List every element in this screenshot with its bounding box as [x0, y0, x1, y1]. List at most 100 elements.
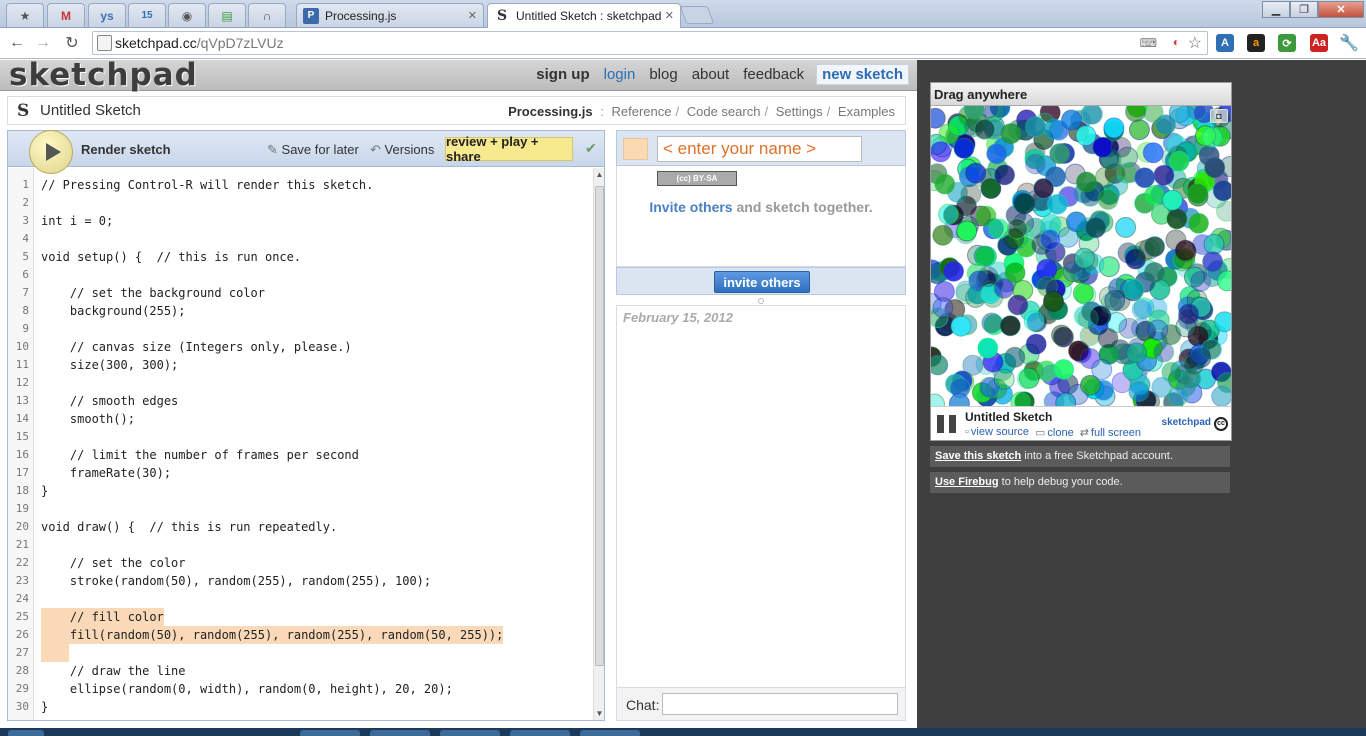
- code-line[interactable]: 5 void setup() { // this is run once.: [8, 248, 591, 266]
- about-link[interactable]: about: [692, 66, 730, 83]
- preview-header[interactable]: Drag anywhere: [931, 83, 1231, 106]
- back-icon[interactable]: ←: [6, 32, 28, 54]
- taskbar-item[interactable]: [370, 730, 430, 736]
- pinned-tab-headphones[interactable]: ∩: [248, 3, 286, 27]
- code-line[interactable]: 20 void draw() { // this is run repeatedl…: [8, 518, 591, 536]
- tab-untitled-sketch[interactable]: S Untitled Sketch : sketchpad ✕: [487, 3, 681, 28]
- wrench-icon[interactable]: 🔧: [1339, 34, 1359, 52]
- taskbar-item[interactable]: [300, 730, 360, 736]
- pinned-tab-gmail[interactable]: M: [47, 3, 85, 27]
- close-icon[interactable]: ✕: [665, 9, 674, 22]
- login-link[interactable]: login: [604, 66, 636, 83]
- code-line[interactable]: 12: [8, 374, 591, 392]
- code-line[interactable]: 3 int i = 0;: [8, 212, 591, 230]
- sketch-preview-window[interactable]: Drag anywhere ◘ Untitled Sketch ▫ view so…: [930, 82, 1232, 441]
- code-line[interactable]: 11 size(300, 300);: [8, 356, 591, 374]
- address-bar[interactable]: sketchpad.cc/qVpD7zLVUz ⌨ ◐ ☆: [92, 31, 1208, 55]
- code-line[interactable]: 4: [8, 230, 591, 248]
- code-line[interactable]: 27: [8, 644, 591, 662]
- pinned-tab-yahoo-sports[interactable]: ys: [88, 3, 126, 27]
- camera-icon[interactable]: ◘: [1210, 109, 1228, 123]
- code-line[interactable]: 26 fill(random(50), random(255), random(…: [8, 626, 591, 644]
- versions-button[interactable]: ↶ Versions: [370, 142, 434, 158]
- pinned-tab-calendar[interactable]: 15: [128, 3, 166, 27]
- use-firebug-link[interactable]: Use Firebug: [935, 476, 999, 488]
- code-line[interactable]: 18}: [8, 482, 591, 500]
- invite-others-button[interactable]: invite others: [714, 271, 810, 293]
- amazon-extension-icon[interactable]: a: [1247, 34, 1265, 52]
- code-line[interactable]: 14 smooth();: [8, 410, 591, 428]
- taskbar-item[interactable]: [580, 730, 640, 736]
- code-line[interactable]: 15: [8, 428, 591, 446]
- taskbar-item[interactable]: [440, 730, 500, 736]
- bookmark-star-icon[interactable]: ☆: [1188, 33, 1202, 53]
- chat-input[interactable]: [662, 693, 898, 715]
- new-sketch-link[interactable]: new sketch: [816, 64, 909, 85]
- scroll-down-icon[interactable]: ▼: [595, 709, 604, 718]
- pause-icon[interactable]: [937, 415, 957, 433]
- pinned-tab-star[interactable]: ★: [6, 3, 44, 27]
- scrollbar-thumb[interactable]: [595, 186, 604, 666]
- code-line[interactable]: 23 stroke(random(50), random(255), rando…: [8, 572, 591, 590]
- resize-handle[interactable]: [758, 298, 764, 304]
- close-window-button[interactable]: ✕: [1318, 1, 1364, 18]
- processing-js-link[interactable]: Processing.js: [508, 104, 593, 119]
- refresh-extension-icon[interactable]: ⟳: [1278, 34, 1296, 52]
- code-line[interactable]: 25 // fill color: [8, 608, 591, 626]
- cc-license-badge[interactable]: (cc) BY-SA: [657, 171, 737, 186]
- code-area[interactable]: 1 // Pressing Control-R will render this …: [8, 168, 591, 720]
- clone-link[interactable]: ▭ clone: [1035, 426, 1074, 439]
- signup-link[interactable]: sign up: [536, 66, 589, 83]
- blog-link[interactable]: blog: [649, 66, 677, 83]
- reference-link[interactable]: Reference: [611, 104, 671, 119]
- code-line[interactable]: 9: [8, 320, 591, 338]
- feedback-link[interactable]: feedback: [743, 66, 804, 83]
- translate-extension-icon[interactable]: A: [1216, 34, 1234, 52]
- code-line[interactable]: 1 // Pressing Control-R will render this …: [8, 176, 591, 194]
- sketchpad-brand-link[interactable]: sketchpad: [1162, 417, 1211, 428]
- close-icon[interactable]: ✕: [468, 9, 477, 22]
- sketchpad-logo[interactable]: sketchpad: [9, 57, 198, 93]
- code-line[interactable]: 24: [8, 590, 591, 608]
- code-line[interactable]: 13 // smooth edges: [8, 392, 591, 410]
- code-line[interactable]: 28 // draw the line: [8, 662, 591, 680]
- view-source-link[interactable]: ▫ view source: [965, 426, 1029, 439]
- pinned-tab-chart[interactable]: ▤: [208, 3, 246, 27]
- save-this-sketch-link[interactable]: Save this sketch: [935, 450, 1021, 462]
- user-color-swatch[interactable]: [623, 138, 648, 160]
- code-line[interactable]: 30}: [8, 698, 591, 716]
- code-line[interactable]: 16 // limit the number of frames per sec…: [8, 446, 591, 464]
- code-line[interactable]: 19: [8, 500, 591, 518]
- maximize-button[interactable]: ❐: [1290, 1, 1318, 18]
- render-sketch-label[interactable]: Render sketch: [81, 142, 171, 157]
- examples-link[interactable]: Examples: [838, 104, 895, 119]
- code-search-link[interactable]: Code search: [687, 104, 761, 119]
- new-tab-button[interactable]: [679, 6, 715, 24]
- review-play-share-button[interactable]: review + play + share: [445, 134, 573, 164]
- taskbar-item[interactable]: [510, 730, 570, 736]
- settings-link[interactable]: Settings: [776, 104, 823, 119]
- pinned-tab-globe[interactable]: ◉: [168, 3, 206, 27]
- taskbar-item[interactable]: [8, 730, 44, 736]
- tab-processing-js[interactable]: P Processing.js ✕: [296, 3, 484, 27]
- sketch-canvas[interactable]: ◘: [931, 106, 1231, 406]
- code-line[interactable]: 21: [8, 536, 591, 554]
- scroll-up-icon[interactable]: ▲: [595, 170, 604, 179]
- reload-icon[interactable]: ↻: [61, 32, 83, 54]
- save-for-later-button[interactable]: ✎ Save for later: [267, 142, 359, 158]
- keyboard-icon[interactable]: ⌨: [1140, 36, 1157, 50]
- forward-icon[interactable]: →: [32, 32, 54, 54]
- translate-icon[interactable]: ◐: [1173, 35, 1180, 49]
- sketch-title[interactable]: Untitled Sketch: [40, 102, 141, 119]
- acrobat-extension-icon[interactable]: Aa: [1310, 34, 1328, 52]
- code-line[interactable]: 7 // set the background color: [8, 284, 591, 302]
- code-line[interactable]: 17 frameRate(30);: [8, 464, 591, 482]
- editor-scrollbar[interactable]: ▲ ▼: [593, 168, 604, 720]
- code-line[interactable]: 10 // canvas size (Integers only, please…: [8, 338, 591, 356]
- full-screen-link[interactable]: ⇄ full screen: [1080, 426, 1141, 439]
- minimize-button[interactable]: ▁: [1262, 1, 1290, 18]
- cc-icon[interactable]: cc: [1214, 417, 1228, 431]
- code-line[interactable]: 8 background(255);: [8, 302, 591, 320]
- code-line[interactable]: 6: [8, 266, 591, 284]
- invite-others-link[interactable]: Invite others: [649, 199, 732, 215]
